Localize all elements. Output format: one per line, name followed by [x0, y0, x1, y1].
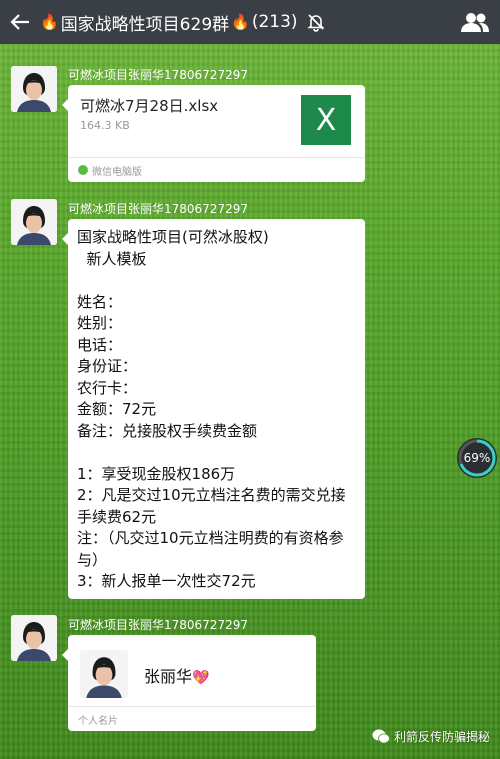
- card-name-text: 张丽华: [144, 667, 193, 686]
- card-label-text: 个人名片: [78, 715, 118, 727]
- back-arrow-icon: [10, 14, 29, 30]
- group-members-icon: [461, 13, 489, 32]
- heart-icon: 💖: [192, 670, 210, 686]
- watermark-text: 利箭反传防骗揭秘: [393, 730, 490, 744]
- text-bubble[interactable]: 国家战略性项目(可然冰股权) 新人模板 姓名： 姓别： 电话： 身份证： 农行卡…: [62, 219, 365, 599]
- file-source: 微信电脑版: [68, 157, 365, 182]
- sender-name: 可燃冰项目张丽华17806727297: [68, 618, 248, 632]
- message-text-content: 国家战略性项目(可然冰股权) 新人模板 姓名： 姓别： 电话： 身份证： 农行卡…: [77, 228, 346, 590]
- message-text: 可燃冰项目张丽华17806727297 国家战略性项目(可然冰股权) 新人模板 …: [0, 197, 500, 602]
- message-file: 可燃冰项目张丽华17806727297 可燃冰7月28日.xlsx 164.3 …: [0, 62, 500, 187]
- file-name: 可燃冰7月28日.xlsx: [80, 97, 219, 115]
- group-members-button[interactable]: [450, 0, 500, 44]
- sender-name: 可燃冰项目张丽华17806727297: [68, 202, 248, 216]
- fire-icon: 🔥: [40, 13, 59, 31]
- sender-name: 可燃冰项目张丽华17806727297: [68, 68, 248, 82]
- progress-text: 69%: [463, 451, 491, 465]
- avatar[interactable]: [11, 66, 57, 112]
- file-source-label: 微信电脑版: [92, 166, 142, 178]
- card-name: 张丽华💖: [144, 663, 209, 687]
- excel-file-icon: X: [301, 95, 351, 145]
- contact-card[interactable]: 张丽华💖 个人名片: [62, 635, 316, 731]
- chat-header: 🔥 国家战略性项目629群 🔥 (213): [0, 0, 500, 44]
- fire-icon: 🔥: [231, 13, 250, 31]
- back-button[interactable]: [0, 0, 40, 44]
- group-name: 国家战略性项目629群: [60, 14, 230, 35]
- file-size: 164.3 KB: [80, 119, 130, 132]
- wechat-icon: [78, 165, 88, 175]
- wechat-icon: [372, 729, 390, 744]
- mute-bell-icon: [307, 14, 324, 32]
- chat-title: 🔥 国家战略性项目629群 🔥 (213): [40, 10, 450, 35]
- avatar[interactable]: [11, 199, 57, 245]
- card-label: 个人名片: [68, 706, 316, 731]
- file-card[interactable]: 可燃冰7月28日.xlsx 164.3 KB X 微信电脑版: [62, 85, 365, 182]
- progress-indicator: 69%: [457, 438, 497, 478]
- avatar[interactable]: [11, 615, 57, 661]
- watermark: 利箭反传防骗揭秘: [372, 728, 490, 745]
- card-avatar: [80, 650, 128, 698]
- message-contact-card: 可燃冰项目张丽华17806727297 张丽华💖 个人名片: [0, 613, 500, 738]
- member-count: (213): [251, 12, 298, 32]
